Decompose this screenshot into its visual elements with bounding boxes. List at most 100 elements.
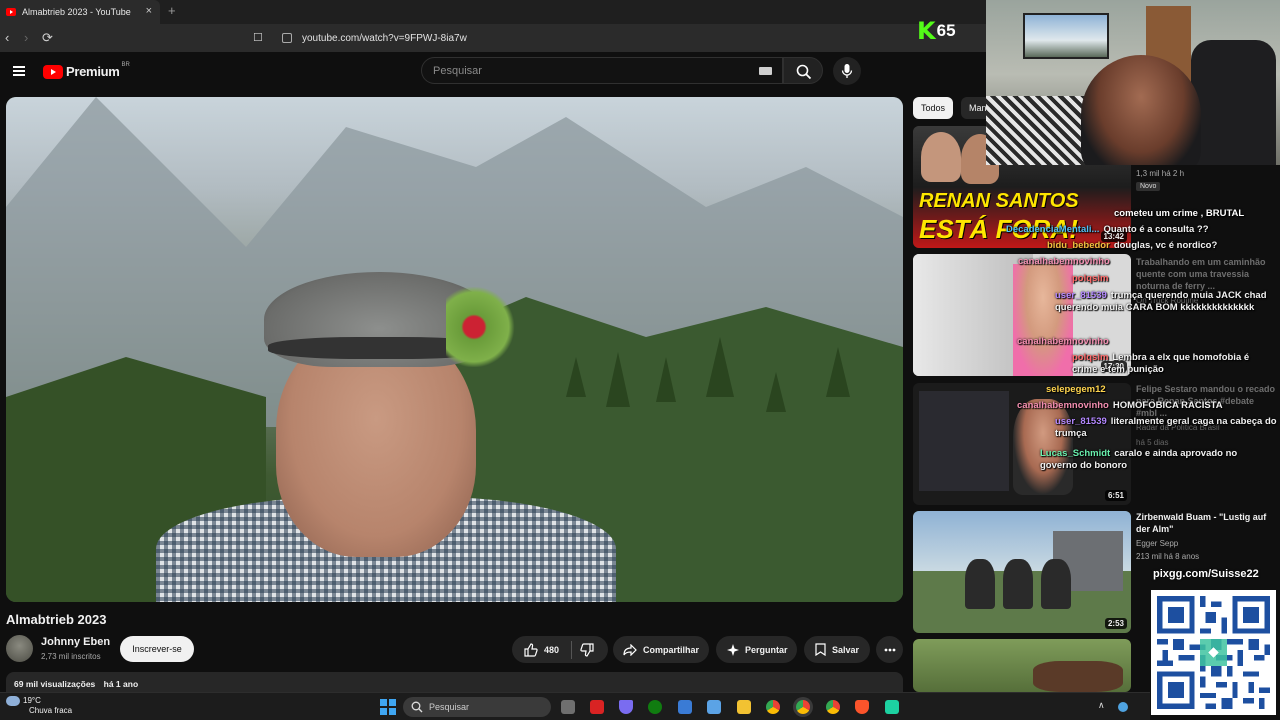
xbox-icon[interactable] (648, 700, 662, 714)
webcam-pillow (986, 96, 1096, 165)
tray-app-icon[interactable] (1118, 702, 1128, 712)
notes-icon[interactable] (678, 700, 692, 714)
save-icon (815, 643, 826, 656)
voice-search-button[interactable] (833, 57, 861, 85)
taskbar-search[interactable]: Pesquisar (403, 697, 551, 717)
task-view-icon[interactable] (561, 700, 575, 714)
chat-message: canalhabemnovinho HOMOFOBICA RACISTA (1017, 400, 1223, 412)
chat-user: user_81539 (1055, 290, 1107, 301)
channel-subscribers: 2,73 mil inscritos (41, 652, 101, 661)
mail-icon[interactable] (707, 700, 721, 714)
chrome-icon[interactable] (766, 700, 780, 714)
like-divider (571, 640, 573, 659)
youtube-logo[interactable]: Premium BR (43, 62, 130, 79)
app-red-icon[interactable] (590, 700, 604, 714)
chat-user: canalhabemnovinho (1018, 256, 1110, 267)
chat-message: cometeu um crime , BRUTAL (1114, 208, 1244, 220)
ask-label: Perguntar (745, 644, 788, 655)
recommendation-title[interactable]: Trabalhando em um caminhão quente com um… (1136, 256, 1276, 292)
chrome-active-icon[interactable] (796, 700, 810, 714)
like-icon[interactable] (524, 642, 538, 657)
reload-icon[interactable]: ⟳ (42, 30, 53, 46)
new-tab-button[interactable]: + (168, 3, 176, 18)
like-count[interactable]: 480 (544, 645, 559, 655)
thumb-person-1 (965, 559, 995, 609)
new-badge: Novo (1136, 182, 1161, 191)
weather-desc: Chuva fraca (29, 706, 73, 716)
address-url[interactable]: youtube.com/watch?v=9FPWJ-8ia7w (302, 33, 467, 44)
recommendation-thumbnail[interactable] (913, 639, 1131, 692)
channel-name[interactable]: Johnny Eben (41, 636, 110, 648)
forward-icon[interactable]: › (24, 30, 28, 46)
save-button[interactable]: Salvar (804, 636, 870, 663)
menu-icon[interactable] (13, 66, 25, 76)
chat-message: Lucas_Schmidt caralo e ainda aprovado no … (1040, 448, 1255, 472)
chrome-profile-icon[interactable] (826, 700, 840, 714)
recommendation-channel[interactable]: Egger Sepp (1136, 539, 1178, 548)
webcam-chair (1191, 40, 1276, 165)
thumb-person (1013, 399, 1073, 495)
file-explorer-icon[interactable] (737, 700, 751, 714)
chat-user: Lucas_Schmidt (1040, 448, 1111, 459)
weather-temp: 19°C (23, 696, 41, 706)
subscribe-button[interactable]: Inscrever-se (120, 636, 194, 662)
recommendation-thumbnail[interactable]: 2:53 (913, 511, 1131, 633)
youtube-favicon-icon (6, 8, 16, 16)
like-dislike-group: 480 (512, 636, 608, 663)
recommendation-title[interactable]: Zirbenwald Buam - "Lustig auf der Alm" (1136, 511, 1276, 535)
vpn-icon[interactable] (619, 700, 633, 714)
bookmark-icon[interactable]: ☐ (253, 30, 263, 46)
weather-widget[interactable]: 19°C Chuva fraca (6, 696, 72, 716)
back-icon[interactable]: ‹ (5, 30, 9, 46)
thumb-person (1013, 264, 1073, 376)
rain-cloud-icon (6, 696, 20, 706)
screen: Almabtrieb 2023 - YouTube × + ‹ › ⟳ ☐ yo… (0, 0, 1280, 720)
search-button[interactable] (783, 57, 823, 84)
save-label: Salvar (832, 644, 860, 655)
donation-qr-code (1151, 590, 1276, 715)
recommendation-meta: 213 mil há 8 anos (1136, 552, 1200, 561)
search-icon (796, 64, 812, 80)
more-actions-button[interactable] (876, 636, 903, 663)
brave-icon[interactable] (855, 700, 869, 714)
tray-chevron-icon[interactable]: ∧ (1098, 700, 1105, 711)
thumb-person-3 (1041, 559, 1071, 609)
chat-user: bidu_bebedor (1047, 240, 1110, 251)
thumb-face-1 (921, 132, 961, 182)
start-button[interactable] (380, 699, 396, 715)
share-button[interactable]: Compartilhar (613, 636, 709, 663)
thumb-person-2 (1003, 559, 1033, 609)
site-info-icon[interactable] (282, 33, 292, 43)
search-placeholder: Pesquisar (433, 64, 482, 77)
recommendation-meta: 1,3 mil há 2 h (1136, 169, 1185, 178)
thumb-cow (1033, 661, 1123, 692)
chat-message: polqsim Lembra a elx que homofobia é crim… (1072, 352, 1272, 376)
thumb-screen (919, 391, 1009, 491)
kick-logo: K (917, 17, 936, 45)
channel-avatar[interactable] (6, 635, 33, 662)
chip-all[interactable]: Todos (913, 97, 954, 119)
youtube-play-icon (43, 64, 63, 79)
more-icon (884, 648, 895, 651)
ask-button[interactable]: Perguntar (716, 636, 797, 663)
share-label: Compartilhar (643, 644, 700, 655)
browser-tab[interactable]: Almabtrieb 2023 - YouTube × (0, 0, 160, 24)
description-box[interactable]: 69 mil visualizações há 1 ano (6, 672, 903, 692)
keyboard-icon[interactable] (759, 67, 772, 75)
video-player[interactable] (6, 97, 903, 602)
share-icon (623, 643, 637, 656)
dislike-icon[interactable] (580, 642, 594, 657)
video-title: Almabtrieb 2023 (6, 612, 107, 627)
search-input[interactable]: Pesquisar (421, 57, 783, 84)
tab-title: Almabtrieb 2023 - YouTube (22, 7, 131, 17)
chat-text: douglas, vc é nordico? (1113, 240, 1218, 251)
browser-tab-strip: Almabtrieb 2023 - YouTube × + (0, 0, 986, 24)
chat-user: selepegem12 (1046, 384, 1106, 395)
app-green-icon[interactable] (885, 700, 899, 714)
view-count: 69 mil visualizações (14, 679, 96, 689)
youtube-header: Premium BR Pesquisar (0, 52, 986, 92)
address-bar[interactable]: youtube.com/watch?v=9FPWJ-8ia7w (272, 28, 972, 48)
tab-close-icon[interactable]: × (146, 5, 152, 17)
chat-user: polqsim (1072, 352, 1109, 363)
video-duration: 2:53 (1104, 618, 1127, 629)
